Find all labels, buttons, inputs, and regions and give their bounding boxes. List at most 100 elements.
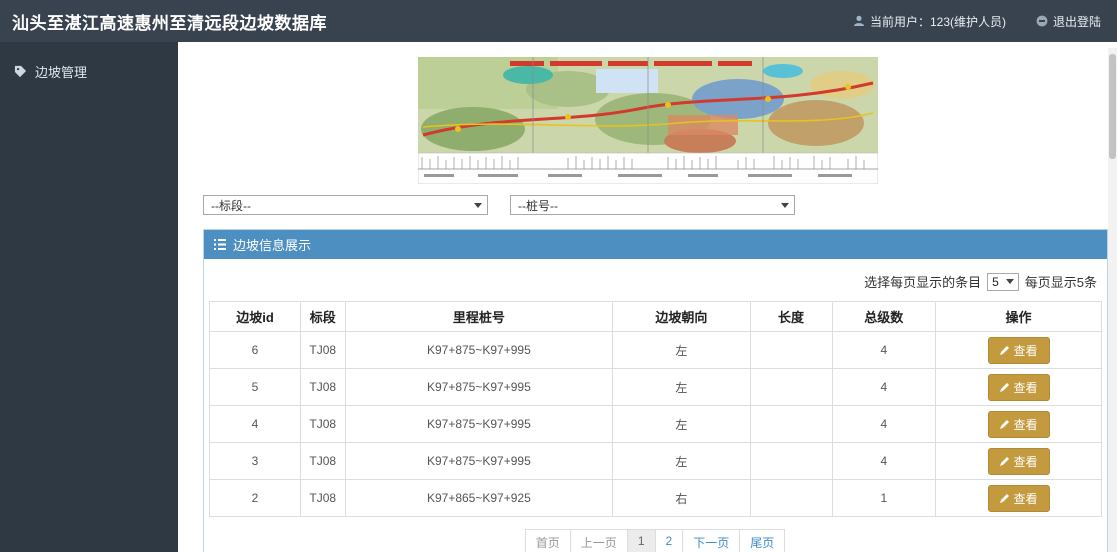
view-button-label: 查看 <box>1014 453 1038 470</box>
edit-pencil-icon <box>1000 493 1010 503</box>
view-button[interactable]: 查看 <box>988 485 1050 512</box>
app-root: 汕头至湛江高速惠州至清远段边坡数据库 当前用户：123(维护人员) 退出登陆 <box>0 0 1117 552</box>
table-cell: 左 <box>613 332 750 369</box>
page-size-select[interactable]: 5 <box>987 273 1019 291</box>
table-cell: 1 <box>832 480 935 517</box>
sidebar-item-slope-management[interactable]: 边坡管理 <box>0 42 178 81</box>
table-cell: 4 <box>832 332 935 369</box>
section-select-value: --标段-- <box>211 197 251 214</box>
slope-info-panel: 边坡信息展示 选择每页显示的条目 5 每页显示5条 边坡id标段里程桩号边坡朝向… <box>203 229 1108 552</box>
pagination-page-1[interactable]: 1 <box>627 529 656 552</box>
column-header-0: 边坡id <box>210 302 301 332</box>
table-cell: TJ08 <box>300 369 345 406</box>
table-cell: 2 <box>210 480 301 517</box>
scrollbar-thumb[interactable] <box>1109 54 1116 159</box>
stake-select[interactable]: --桩号-- <box>510 195 795 215</box>
pagination-next[interactable]: 下一页 <box>682 529 740 552</box>
view-button[interactable]: 查看 <box>988 448 1050 475</box>
table-cell-actions: 查看 <box>936 443 1102 480</box>
table-cell: K97+875~K97+995 <box>345 406 613 443</box>
header-right: 当前用户：123(维护人员) 退出登陆 <box>853 13 1101 30</box>
table-cell: K97+875~K97+995 <box>345 332 613 369</box>
view-button-label: 查看 <box>1014 379 1038 396</box>
view-button[interactable]: 查看 <box>988 337 1050 364</box>
table-cell: 6 <box>210 332 301 369</box>
chevron-down-icon <box>1006 279 1014 284</box>
edit-pencil-icon <box>1000 419 1010 429</box>
table-cell <box>750 480 832 517</box>
table-cell: 左 <box>613 443 750 480</box>
slope-table: 边坡id标段里程桩号边坡朝向长度总级数操作 6TJ08K97+875~K97+9… <box>209 301 1102 517</box>
current-user-label: 当前用户：123(维护人员) <box>870 13 1006 30</box>
top-header-bar: 汕头至湛江高速惠州至清远段边坡数据库 当前用户：123(维护人员) 退出登陆 <box>0 0 1117 42</box>
table-cell <box>750 332 832 369</box>
column-header-5: 总级数 <box>832 302 935 332</box>
table-row: 2TJ08K97+865~K97+925右 1 查看 <box>210 480 1102 517</box>
column-header-4: 长度 <box>750 302 832 332</box>
pagination-first: 首页 <box>525 529 571 552</box>
logout-circle-icon <box>1036 15 1048 27</box>
table-cell <box>750 369 832 406</box>
pagination: 首页上一页12下一页尾页 <box>204 529 1107 552</box>
tag-icon <box>14 65 27 78</box>
vertical-scrollbar[interactable] <box>1108 48 1117 552</box>
main-content: --标段-- --桩号-- 边坡信息展示 <box>178 42 1117 552</box>
page-size-suffix: 每页显示5条 <box>1025 272 1097 291</box>
table-cell: 左 <box>613 406 750 443</box>
view-button-label: 查看 <box>1014 490 1038 507</box>
page-size-row: 选择每页显示的条目 5 每页显示5条 <box>204 259 1107 301</box>
logout-button[interactable]: 退出登陆 <box>1036 13 1101 30</box>
table-cell: 4 <box>832 406 935 443</box>
table-cell: TJ08 <box>300 332 345 369</box>
filter-row: --标段-- --桩号-- <box>203 195 1117 215</box>
table-cell: TJ08 <box>300 443 345 480</box>
page-size-prefix: 选择每页显示的条目 <box>864 272 981 291</box>
chevron-down-icon <box>474 203 482 208</box>
table-cell: K97+865~K97+925 <box>345 480 613 517</box>
panel-title: 边坡信息展示 <box>233 235 311 254</box>
table-row: 4TJ08K97+875~K97+995左4查看 <box>210 406 1102 443</box>
app-title: 汕头至湛江高速惠州至清远段边坡数据库 <box>12 9 327 34</box>
panel-header: 边坡信息展示 <box>204 230 1107 259</box>
table-header-row: 边坡id标段里程桩号边坡朝向长度总级数操作 <box>210 302 1102 332</box>
view-button[interactable]: 查看 <box>988 411 1050 438</box>
table-cell-actions: 查看 <box>936 332 1102 369</box>
view-button-label: 查看 <box>1014 342 1038 359</box>
list-icon <box>214 239 226 250</box>
section-select[interactable]: --标段-- <box>203 195 488 215</box>
logout-label: 退出登陆 <box>1053 13 1101 30</box>
edit-pencil-icon <box>1000 345 1010 355</box>
table-cell <box>750 443 832 480</box>
table-cell: K97+875~K97+995 <box>345 369 613 406</box>
edit-pencil-icon <box>1000 382 1010 392</box>
pagination-last[interactable]: 尾页 <box>739 529 785 552</box>
table-cell: 5 <box>210 369 301 406</box>
sidebar: 边坡管理 <box>0 42 178 552</box>
column-header-3: 边坡朝向 <box>613 302 750 332</box>
slope-table-body: 6TJ08K97+875~K97+995左4查看5TJ08K97+875~K97… <box>210 332 1102 517</box>
view-button[interactable]: 查看 <box>988 374 1050 401</box>
chevron-down-icon <box>781 203 789 208</box>
view-button-label: 查看 <box>1014 416 1038 433</box>
table-cell: 4 <box>832 443 935 480</box>
pagination-prev: 上一页 <box>570 529 628 552</box>
table-cell: 4 <box>210 406 301 443</box>
table-cell: 4 <box>832 369 935 406</box>
column-header-1: 标段 <box>300 302 345 332</box>
page-size-value: 5 <box>992 275 999 289</box>
table-cell <box>750 406 832 443</box>
table-cell-actions: 查看 <box>936 406 1102 443</box>
current-user: 当前用户：123(维护人员) <box>853 13 1006 30</box>
column-header-6: 操作 <box>936 302 1102 332</box>
edit-pencil-icon <box>1000 456 1010 466</box>
table-cell-actions: 查看 <box>936 369 1102 406</box>
sidebar-item-label: 边坡管理 <box>35 62 87 81</box>
pagination-page-2[interactable]: 2 <box>655 529 684 552</box>
column-header-2: 里程桩号 <box>345 302 613 332</box>
table-row: 6TJ08K97+875~K97+995左 4 查看 <box>210 332 1102 369</box>
table-cell: 右 <box>613 480 750 517</box>
route-map-image <box>418 57 878 184</box>
table-row: 3TJ08K97+875~K97+995左4查看 <box>210 443 1102 480</box>
table-cell: 左 <box>613 369 750 406</box>
table-cell: TJ08 <box>300 480 345 517</box>
